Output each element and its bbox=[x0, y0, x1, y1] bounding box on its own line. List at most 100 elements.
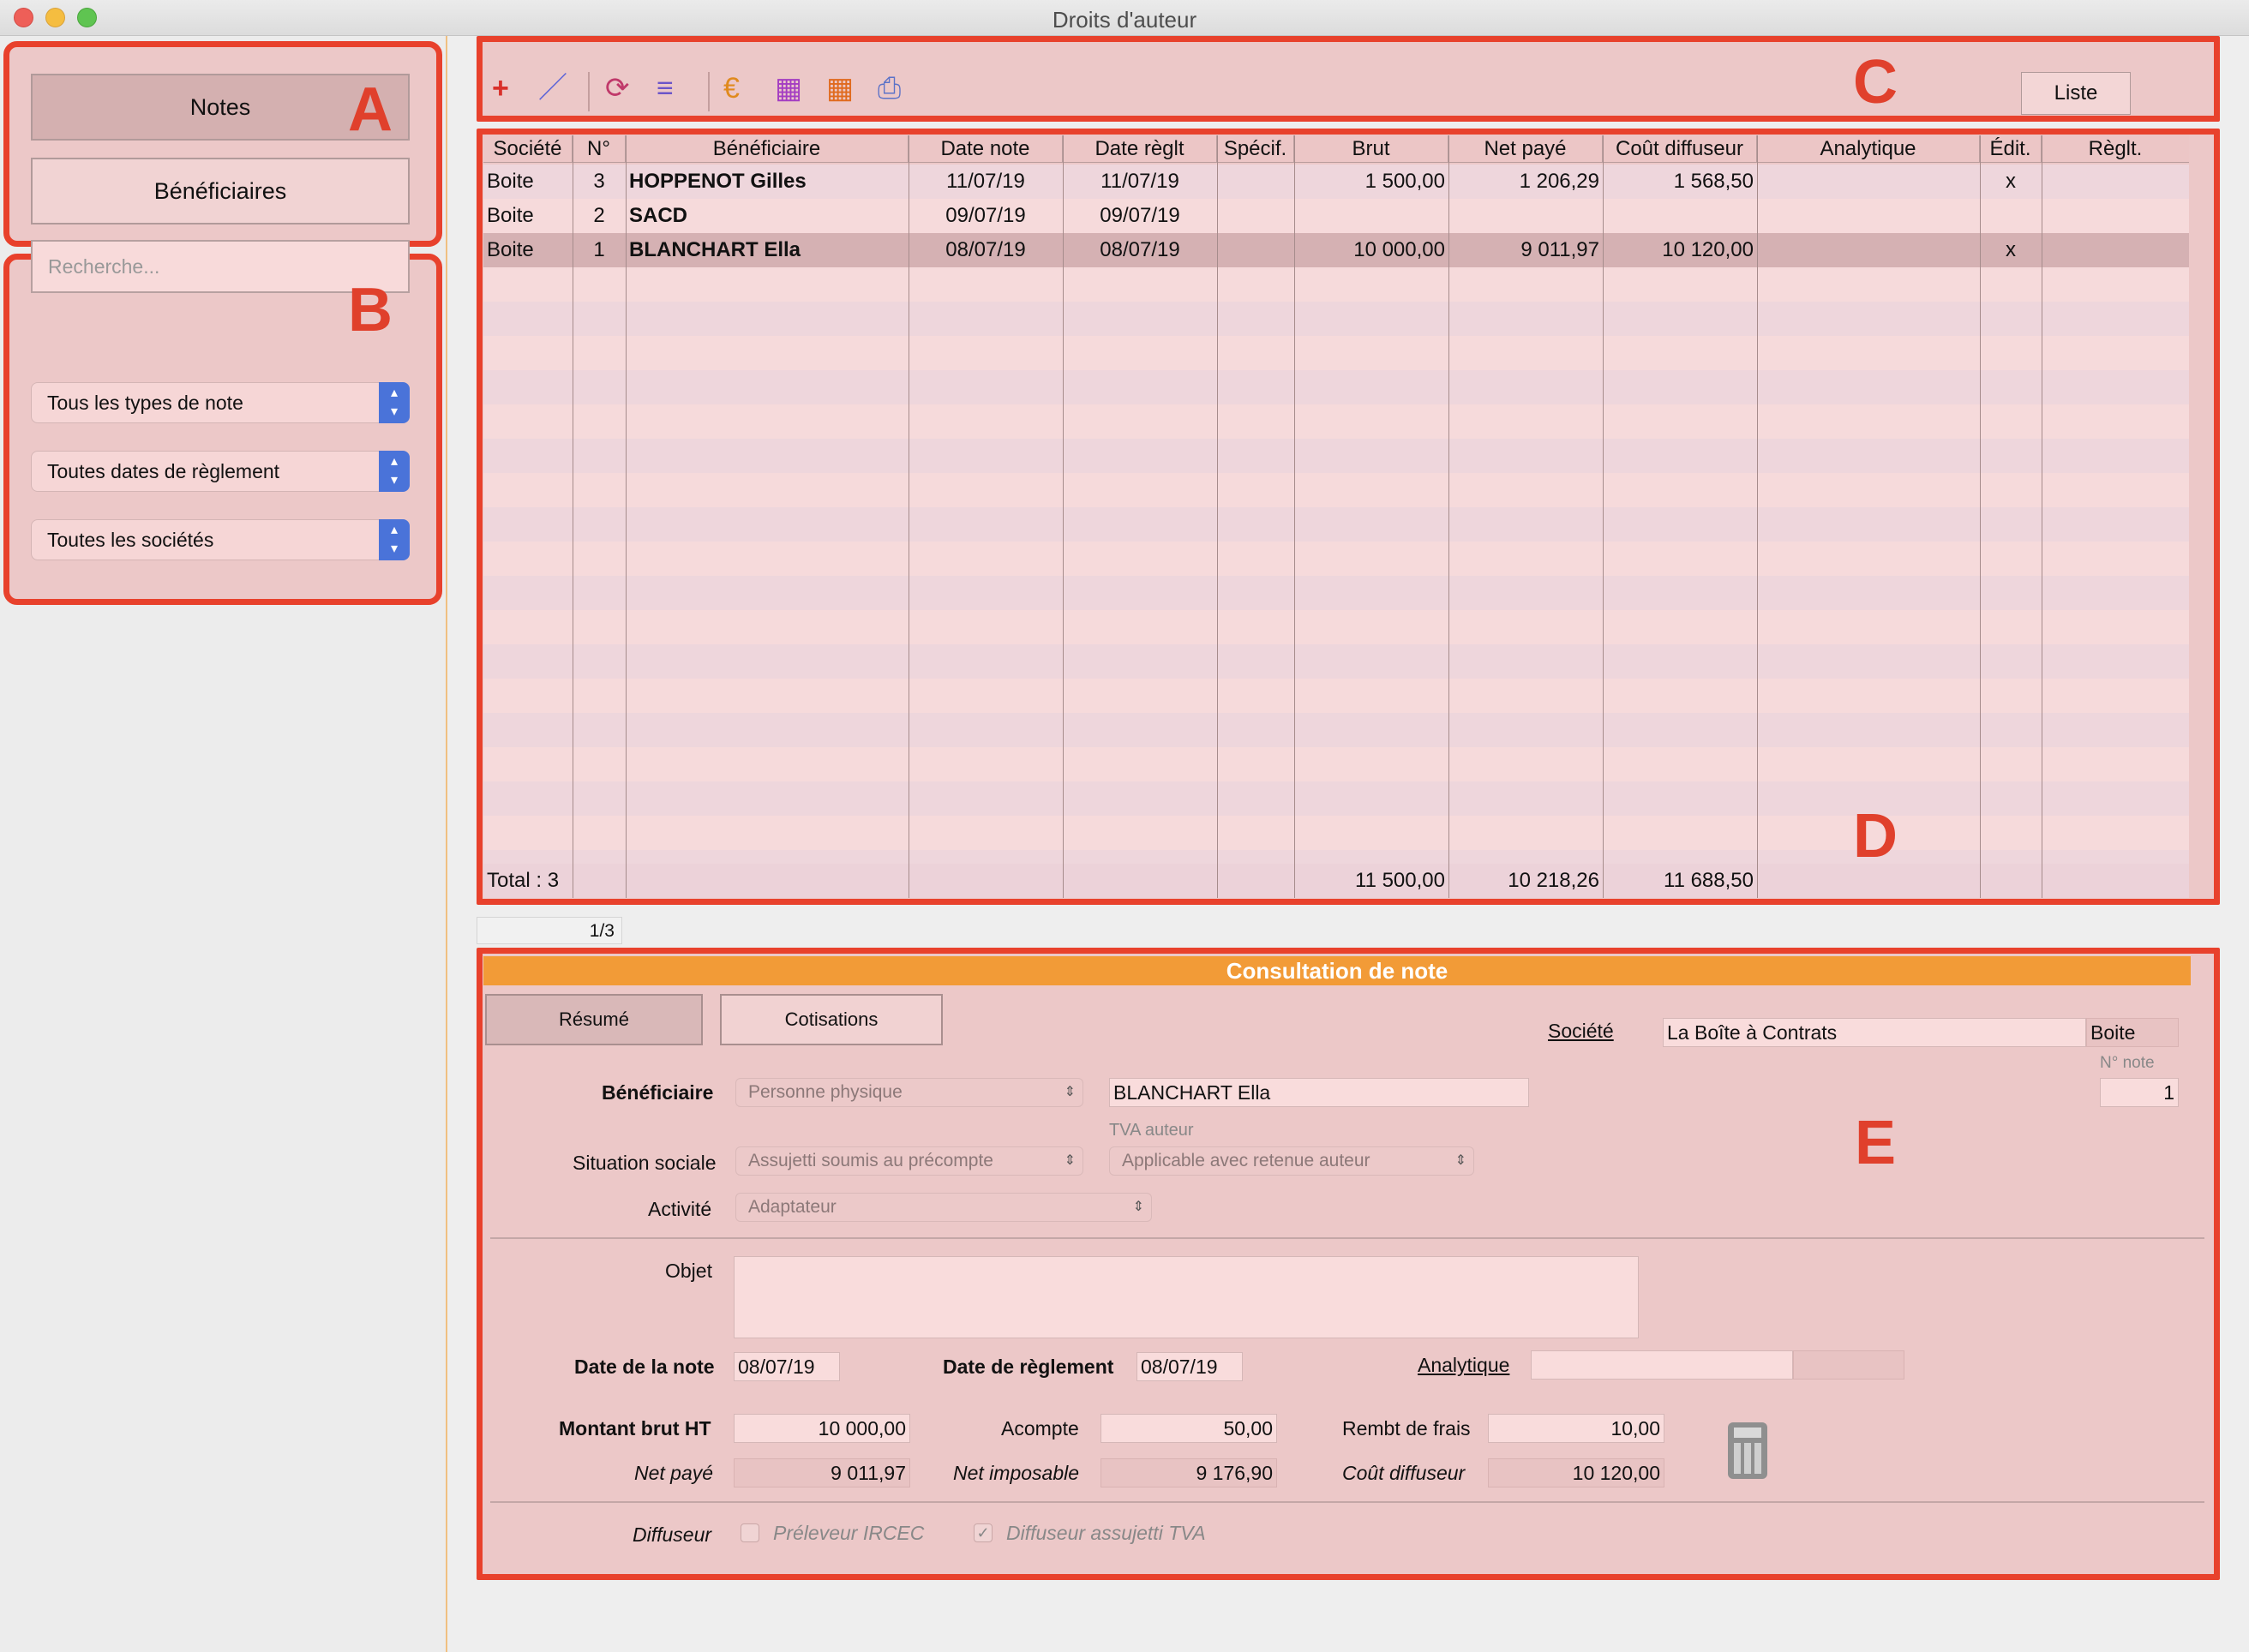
updown-chevron-icon: ▴ ▾ bbox=[379, 451, 410, 492]
total-cout-diffuseur: 11 688,50 bbox=[1664, 869, 1754, 892]
cell-cout-diffuseur: 1 568,50 bbox=[1673, 170, 1754, 193]
analytique-label[interactable]: Analytique bbox=[1418, 1354, 1509, 1377]
total-row: Total : 3 11 500,00 10 218,26 11 688,50 bbox=[483, 864, 2189, 898]
tab-cotisations[interactable]: Cotisations bbox=[720, 994, 943, 1045]
euro-coins-icon[interactable]: € bbox=[723, 74, 740, 103]
date-reglement-field[interactable]: 08/07/19 bbox=[1136, 1352, 1243, 1381]
analytique-field[interactable] bbox=[1531, 1350, 1793, 1380]
table-row[interactable]: Boite 3 HOPPENOT Gilles 11/07/19 11/07/1… bbox=[483, 165, 2189, 199]
calculator-icon[interactable] bbox=[1728, 1422, 1767, 1479]
societe-label[interactable]: Société bbox=[1548, 1020, 1614, 1043]
cell-beneficiaire: BLANCHART Ella bbox=[629, 238, 801, 261]
updown-chevron-icon: ⇕ bbox=[1064, 1085, 1076, 1099]
column-header-specif[interactable]: Spécif. bbox=[1217, 135, 1294, 163]
beneficiaires-nav-button[interactable]: Bénéficiaires bbox=[31, 158, 410, 224]
date-note-field[interactable]: 08/07/19 bbox=[734, 1352, 840, 1381]
menu-list-icon[interactable]: ≡ bbox=[657, 74, 674, 103]
column-header-reglt[interactable]: Règlt. bbox=[2042, 135, 2189, 163]
cell-cout-diffuseur bbox=[1603, 199, 1757, 233]
title-bar: Droits d'auteur bbox=[0, 0, 2249, 36]
refresh-icon[interactable]: ⟳ bbox=[605, 74, 630, 103]
table-header: Société N° Bénéficiaire Date note Date r… bbox=[483, 135, 2189, 163]
column-header-brut[interactable]: Brut bbox=[1294, 135, 1448, 163]
beneficiaire-name-field[interactable]: BLANCHART Ella bbox=[1109, 1078, 1529, 1107]
cell-societe: Boite bbox=[487, 204, 534, 227]
cell-cout-diffuseur: 10 120,00 bbox=[1662, 238, 1754, 261]
updown-chevron-icon: ▴ ▾ bbox=[379, 519, 410, 560]
montant-brut-label: Montant brut HT bbox=[559, 1417, 711, 1440]
tab-resume[interactable]: Résumé bbox=[485, 994, 703, 1045]
column-header-numero[interactable]: N° bbox=[573, 135, 626, 163]
empty-row bbox=[483, 267, 2189, 302]
situation-sociale-value: Assujetti soumis au précompte bbox=[748, 1151, 993, 1170]
cell-net-paye bbox=[1448, 199, 1603, 233]
column-divider bbox=[1063, 135, 1064, 898]
beneficiaire-label: Bénéficiaire bbox=[602, 1081, 714, 1104]
rembt-frais-label: Rembt de frais bbox=[1342, 1417, 1471, 1440]
diffuseur-label: Diffuseur bbox=[633, 1523, 712, 1546]
table-row-selected[interactable]: Boite 1 BLANCHART Ella 08/07/19 08/07/19… bbox=[483, 233, 2189, 267]
column-header-societe[interactable]: Société bbox=[483, 135, 573, 163]
calculator-display bbox=[1734, 1428, 1761, 1438]
net-imposable-label: Net imposable bbox=[953, 1462, 1080, 1484]
cell-numero: 3 bbox=[593, 170, 605, 193]
calculator-ed-icon[interactable]: ▦ bbox=[775, 74, 802, 103]
empty-row bbox=[483, 576, 2189, 610]
column-header-net-paye[interactable]: Net payé bbox=[1448, 135, 1603, 163]
preleveur-ircec-checkbox[interactable] bbox=[741, 1523, 759, 1542]
column-divider bbox=[1603, 135, 1604, 898]
activite-popup[interactable]: Adaptateur ⇕ bbox=[735, 1193, 1152, 1222]
empty-row bbox=[483, 610, 2189, 644]
beneficiaire-type-popup[interactable]: Personne physique ⇕ bbox=[735, 1078, 1083, 1107]
column-header-beneficiaire[interactable]: Bénéficiaire bbox=[626, 135, 909, 163]
liste-button[interactable]: Liste bbox=[2021, 72, 2131, 115]
cell-date-reglt: 09/07/19 bbox=[1100, 204, 1180, 227]
diffuseur-tva-checkbox[interactable]: ✓ bbox=[974, 1523, 993, 1542]
note-type-select-value: Tous les types de note bbox=[47, 392, 243, 414]
section-divider bbox=[490, 1501, 2204, 1503]
montant-brut-field[interactable]: 10 000,00 bbox=[734, 1414, 910, 1443]
activite-value: Adaptateur bbox=[748, 1197, 837, 1217]
column-header-date-reglt[interactable]: Date règlt bbox=[1063, 135, 1217, 163]
annotation-letter-a: A bbox=[348, 75, 393, 144]
objet-textarea[interactable] bbox=[734, 1256, 1639, 1338]
column-header-edit[interactable]: Édit. bbox=[1980, 135, 2042, 163]
cell-societe: Boite bbox=[487, 238, 534, 261]
num-note-label: N° note bbox=[2100, 1054, 2155, 1072]
analytique-code-field[interactable] bbox=[1793, 1350, 1904, 1380]
company-select[interactable]: Toutes les sociétés ▴ ▾ bbox=[31, 519, 410, 560]
table-row[interactable]: Boite 2 SACD 09/07/19 09/07/19 bbox=[483, 199, 2189, 233]
tva-auteur-value: Applicable avec retenue auteur bbox=[1122, 1151, 1370, 1170]
empty-row bbox=[483, 542, 2189, 576]
settlement-date-select[interactable]: Toutes dates de règlement ▴ ▾ bbox=[31, 451, 410, 492]
rembt-frais-field[interactable]: 10,00 bbox=[1488, 1414, 1664, 1443]
cell-edit: x bbox=[2006, 238, 2016, 261]
printer-icon[interactable]: ⎙ bbox=[878, 74, 901, 103]
empty-row bbox=[483, 713, 2189, 747]
annotation-letter-c: C bbox=[1853, 48, 1898, 117]
empty-row bbox=[483, 439, 2189, 473]
tva-auteur-popup[interactable]: Applicable avec retenue auteur ⇕ bbox=[1109, 1146, 1474, 1176]
edit-pen-icon[interactable]: ／ bbox=[538, 74, 567, 103]
notes-table[interactable]: Société N° Bénéficiaire Date note Date r… bbox=[483, 135, 2189, 898]
total-label: Total : 3 bbox=[487, 869, 560, 892]
window-title: Droits d'auteur bbox=[1052, 7, 1197, 33]
column-header-analytique[interactable]: Analytique bbox=[1757, 135, 1980, 163]
cout-diffuseur-field: 10 120,00 bbox=[1488, 1458, 1664, 1487]
note-type-select[interactable]: Tous les types de note ▴ ▾ bbox=[31, 382, 410, 423]
add-icon[interactable]: + bbox=[492, 74, 509, 103]
cout-diffuseur-label: Coût diffuseur bbox=[1342, 1462, 1466, 1484]
calculator-keypad bbox=[1734, 1443, 1761, 1474]
acompte-field[interactable]: 50,00 bbox=[1101, 1414, 1277, 1443]
annotation-letter-d: D bbox=[1853, 802, 1898, 871]
column-divider bbox=[1757, 135, 1758, 898]
column-header-date-note[interactable]: Date note bbox=[909, 135, 1063, 163]
situation-sociale-popup[interactable]: Assujetti soumis au précompte ⇕ bbox=[735, 1146, 1083, 1176]
calculator-ec-icon[interactable]: ▦ bbox=[826, 74, 854, 103]
societe-name-field[interactable]: La Boîte à Contrats bbox=[1663, 1018, 2086, 1047]
societe-code-field[interactable]: Boite bbox=[2086, 1018, 2179, 1047]
num-note-field[interactable]: 1 bbox=[2100, 1078, 2179, 1107]
net-paye-label: Net payé bbox=[634, 1462, 714, 1484]
column-divider bbox=[1980, 135, 1981, 898]
column-header-cout-diffuseur[interactable]: Coût diffuseur bbox=[1603, 135, 1757, 163]
